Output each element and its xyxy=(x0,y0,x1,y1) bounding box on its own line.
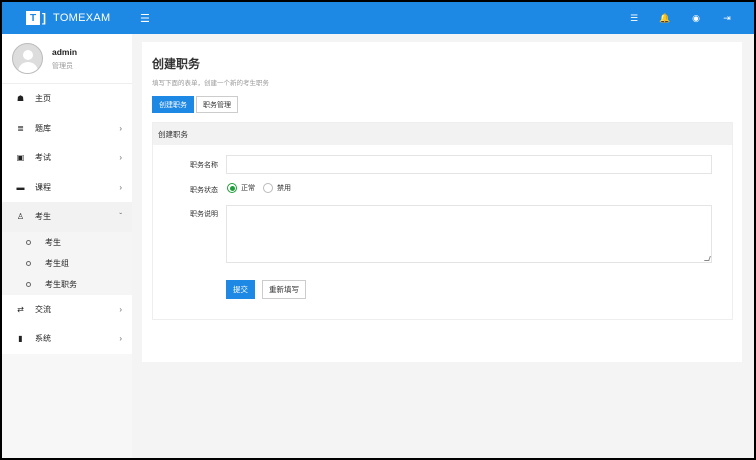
menu-toggle-icon[interactable]: ☰ xyxy=(140,12,150,25)
user-role: 管理员 xyxy=(52,62,73,70)
position-status-radio-group: 正常 禁用 xyxy=(227,183,299,193)
user-panel: admin 管理员 xyxy=(2,34,132,84)
sidebar-item-label: 课程 xyxy=(35,182,51,192)
tab-bar: 创建职务 职务管理 xyxy=(152,96,238,113)
circle-icon xyxy=(26,260,31,266)
sidebar-item-label: 题库 xyxy=(35,123,51,133)
database-icon: ≣ xyxy=(17,123,24,133)
chevron-right-icon: › xyxy=(119,334,122,344)
sidebar-item-home[interactable]: ☗ 主页 xyxy=(2,84,132,114)
subnav-item-examinee-position[interactable]: 考生职务 xyxy=(2,274,132,295)
content-card: 创建职务 填写下面的表单，创建一个新的考生职务 创建职务 职务管理 创建职务 职… xyxy=(142,42,742,362)
chevron-right-icon: › xyxy=(119,304,122,314)
sidebar-item-question-bank[interactable]: ≣ 题库 › xyxy=(2,113,132,143)
status-disabled-label[interactable]: 禁用 xyxy=(277,183,291,193)
tab-create-position[interactable]: 创建职务 xyxy=(152,96,194,113)
user-name: admin xyxy=(52,46,78,57)
system-icon: ▮ xyxy=(18,334,23,344)
sidebar-item-examinee[interactable]: ♙ 考生 ˇ xyxy=(2,202,132,232)
logo-icon: T xyxy=(26,11,40,25)
tab-manage-positions[interactable]: 职务管理 xyxy=(196,96,238,113)
subnav-item-examinee-group[interactable]: 考生组 xyxy=(2,253,132,274)
person-icon: ♙ xyxy=(16,212,25,222)
status-normal-label[interactable]: 正常 xyxy=(241,183,255,193)
sidebar-item-system[interactable]: ▮ 系统 › xyxy=(2,324,132,354)
position-description-textarea[interactable] xyxy=(226,205,712,263)
status-normal-radio[interactable] xyxy=(227,183,237,193)
chevron-down-icon: ˇ xyxy=(119,212,122,222)
main-content: 创建职务 填写下面的表单，创建一个新的考生职务 创建职务 职务管理 创建职务 职… xyxy=(132,34,754,458)
position-name-input[interactable] xyxy=(226,155,712,174)
resize-handle-icon[interactable] xyxy=(704,256,711,261)
subnav-item-label: 考生 xyxy=(45,237,61,247)
sidebar: admin 管理员 ☗ 主页 ≣ 题库 › ▣ 考试 › ▬ 课程 › ♙ 考生… xyxy=(2,34,132,458)
sidebar-item-label: 考生 xyxy=(35,212,51,222)
avatar-body xyxy=(18,62,38,73)
calendar-icon: ▣ xyxy=(16,153,25,163)
circle-icon xyxy=(26,281,31,287)
subnav-item-label: 考生组 xyxy=(45,258,69,268)
form-panel: 创建职务 职务名称 职务状态 正常 禁用 职务说明 提交 重新填写 xyxy=(152,122,733,320)
sidebar-item-label: 系统 xyxy=(35,334,51,344)
subnav-item-label: 考生职务 xyxy=(45,279,77,289)
sidebar-item-label: 主页 xyxy=(35,94,51,104)
logout-icon[interactable]: ⇥ xyxy=(722,13,732,23)
brand-name: TOMEXAM xyxy=(53,12,111,24)
chevron-right-icon: › xyxy=(119,123,122,133)
examinee-submenu: 考生 考生组 考生职务 xyxy=(2,231,132,295)
sidebar-item-exam[interactable]: ▣ 考试 › xyxy=(2,143,132,173)
user-icon[interactable]: ◉ xyxy=(691,13,701,23)
bell-icon[interactable]: 🔔 xyxy=(659,13,670,23)
position-description-label: 职务说明 xyxy=(190,211,218,218)
app-window: T ] TOMEXAM ☰ ☰ 🔔 ◉ ⇥ admin 管理员 ☗ 主页 ≣ 题… xyxy=(0,0,756,460)
chevron-right-icon: › xyxy=(119,153,122,163)
sidebar-item-course[interactable]: ▬ 课程 › xyxy=(2,172,132,202)
submit-button[interactable]: 提交 xyxy=(226,280,255,299)
sidebar-item-exchange[interactable]: ⇄ 交流 › xyxy=(2,294,132,324)
avatar xyxy=(12,43,43,74)
user-info: admin 管理员 xyxy=(52,47,77,71)
page-title: 创建职务 xyxy=(152,57,201,71)
sidebar-item-label: 交流 xyxy=(35,304,51,314)
circle-icon xyxy=(26,239,31,245)
topbar-actions: ☰ 🔔 ◉ ⇥ xyxy=(629,2,732,34)
book-icon: ▬ xyxy=(16,182,25,192)
avatar-head xyxy=(23,50,33,60)
status-disabled-radio[interactable] xyxy=(263,183,273,193)
page-subtitle: 填写下面的表单，创建一个新的考生职务 xyxy=(152,80,269,87)
position-status-label: 职务状态 xyxy=(190,187,218,194)
brand[interactable]: T ] TOMEXAM xyxy=(2,2,130,34)
shuffle-icon: ⇄ xyxy=(17,304,24,314)
panel-title: 创建职务 xyxy=(153,123,732,145)
list-icon[interactable]: ☰ xyxy=(629,13,639,23)
reset-button[interactable]: 重新填写 xyxy=(262,280,306,299)
subnav-item-examinee[interactable]: 考生 xyxy=(2,232,132,253)
sidebar-item-label: 考试 xyxy=(35,153,51,163)
home-icon: ☗ xyxy=(16,94,25,104)
position-name-label: 职务名称 xyxy=(190,162,218,169)
chevron-right-icon: › xyxy=(119,182,122,192)
top-navbar: T ] TOMEXAM ☰ ☰ 🔔 ◉ ⇥ xyxy=(2,2,754,34)
logo-bracket: ] xyxy=(42,11,46,25)
